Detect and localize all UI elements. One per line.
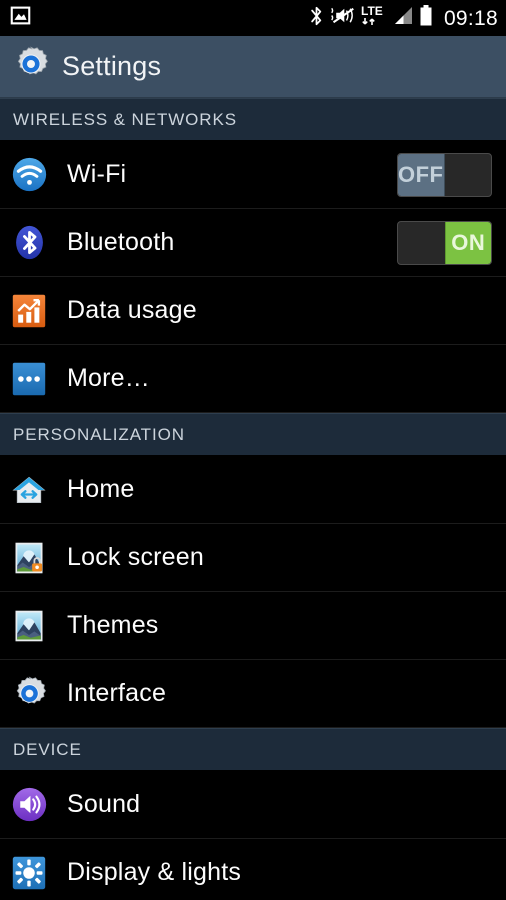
lock-screen-icon	[10, 539, 48, 577]
settings-row-interface[interactable]: Interface	[0, 660, 506, 728]
settings-row-more[interactable]: More…	[0, 345, 506, 413]
signal-bars-icon	[392, 5, 414, 31]
battery-icon	[419, 4, 433, 32]
themes-icon	[10, 607, 48, 645]
screenshot-notification-icon	[10, 5, 31, 31]
section-header-label: PERSONALIZATION	[13, 424, 185, 444]
svg-text:LTE: LTE	[361, 4, 383, 18]
status-bar-right-icons: LTE 09:18	[309, 4, 498, 33]
settings-gear-icon	[12, 45, 50, 88]
status-bar: LTE 09:18	[0, 0, 506, 36]
settings-row-label: Data usage	[67, 296, 197, 324]
bluetooth-status-icon	[309, 5, 324, 32]
settings-row-sound[interactable]: Sound	[0, 771, 506, 839]
section-header-wireless: WIRELESS & NETWORKS	[0, 98, 506, 141]
settings-row-label: More…	[67, 364, 150, 392]
settings-row-label: Bluetooth	[67, 228, 175, 256]
settings-list[interactable]: WIRELESS & NETWORKS Wi-Fi OFF Bluetooth …	[0, 98, 506, 900]
settings-row-themes[interactable]: Themes	[0, 592, 506, 660]
wifi-toggle-label: OFF	[398, 153, 445, 196]
settings-row-lock-screen[interactable]: Lock screen	[0, 524, 506, 592]
section-header-label: DEVICE	[13, 739, 82, 759]
settings-row-display-lights[interactable]: Display & lights	[0, 839, 506, 900]
settings-row-label: Sound	[67, 790, 141, 818]
bluetooth-toggle[interactable]: ON	[397, 220, 492, 265]
settings-row-wifi[interactable]: Wi-Fi OFF	[0, 141, 506, 209]
data-usage-icon	[10, 292, 48, 330]
action-bar: Settings	[0, 36, 506, 98]
lte-data-icon: LTE	[361, 4, 387, 33]
settings-row-bluetooth[interactable]: Bluetooth ON	[0, 209, 506, 277]
section-header-personalization: PERSONALIZATION	[0, 413, 506, 456]
section-header-device: DEVICE	[0, 728, 506, 771]
more-icon	[10, 360, 48, 398]
wifi-toggle[interactable]: OFF	[397, 152, 492, 197]
status-bar-clock: 09:18	[443, 6, 498, 30]
settings-row-home[interactable]: Home	[0, 456, 506, 524]
vibrate-mute-icon	[329, 5, 356, 31]
settings-row-data-usage[interactable]: Data usage	[0, 277, 506, 345]
sound-icon	[10, 786, 48, 824]
home-icon	[10, 471, 48, 509]
settings-row-label: Themes	[67, 611, 159, 639]
status-bar-left-icons	[10, 5, 31, 31]
bluetooth-toggle-label: ON	[444, 221, 491, 264]
settings-row-label: Lock screen	[67, 543, 204, 571]
interface-icon	[10, 675, 48, 713]
settings-row-label: Interface	[67, 679, 167, 707]
settings-screen: LTE 09:18 Settings WIRELESS & NETWORKS W…	[0, 0, 506, 900]
bluetooth-icon	[10, 224, 48, 262]
settings-row-label: Wi-Fi	[67, 160, 127, 188]
section-header-label: WIRELESS & NETWORKS	[13, 109, 237, 129]
settings-row-label: Home	[67, 475, 135, 503]
page-title: Settings	[62, 51, 162, 81]
wifi-icon	[10, 156, 48, 194]
settings-row-label: Display & lights	[67, 858, 242, 886]
display-icon	[10, 854, 48, 892]
